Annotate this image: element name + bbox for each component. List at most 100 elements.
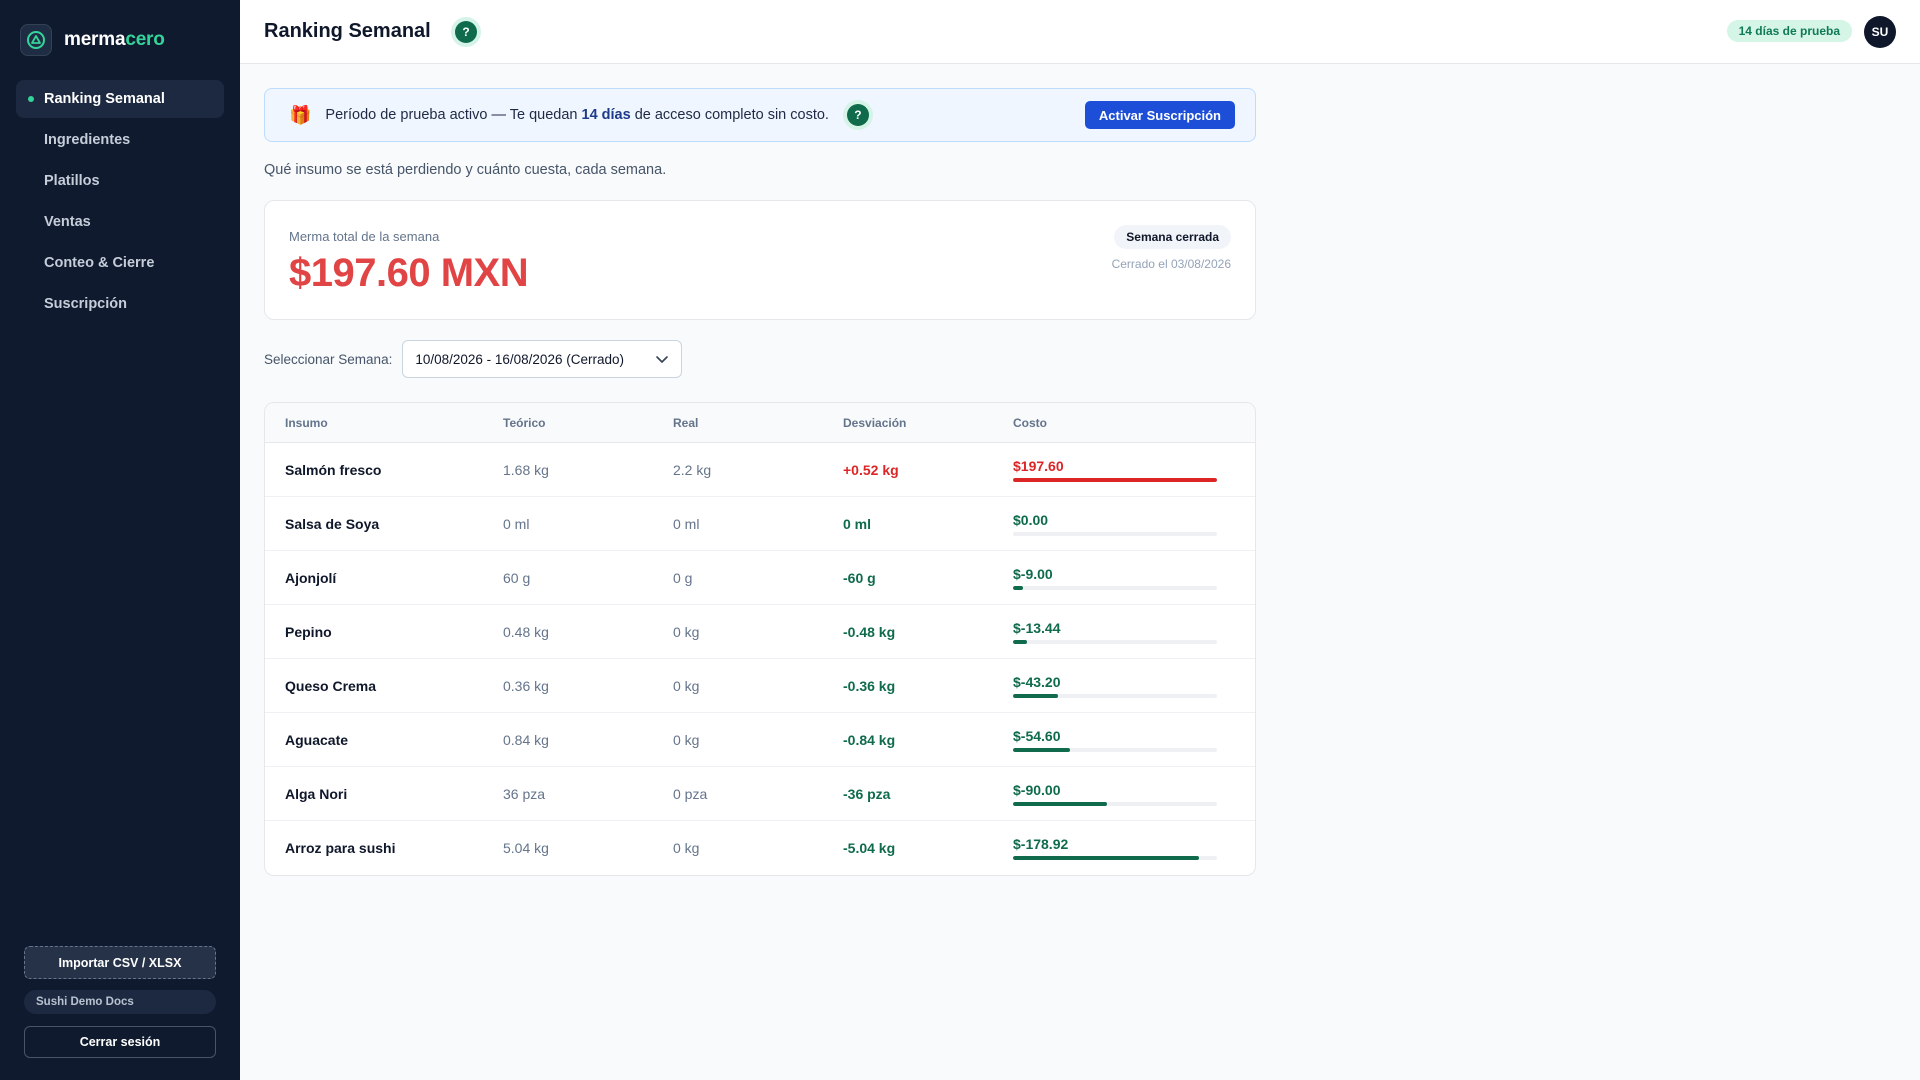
banner-text-before: Período de prueba activo — Te quedan [325,107,582,123]
cost-bar-fill [1013,747,1071,752]
help-icon[interactable]: ? [455,21,477,43]
cost-bar-track [1013,585,1217,590]
sidebar-item-label: Conteo & Cierre [44,255,155,271]
cell-insumo: Arroz para sushi [285,840,396,856]
table-row[interactable]: Alga Nori 36 pza 0 pza -36 pza $-90.00 [265,767,1255,821]
page-title: Ranking Semanal [264,20,431,42]
column-header-costo[interactable]: Costo [1013,416,1223,430]
column-header-real[interactable]: Real [673,416,843,430]
table-row[interactable]: Queso Crema 0.36 kg 0 kg -0.36 kg $-43.20 [265,659,1255,713]
cost-value: $197.60 [1013,457,1064,474]
sidebar-item-label: Ranking Semanal [44,91,165,107]
cost-bar-fill [1013,639,1028,644]
sidebar-footer: Importar CSV / XLSX Sushi Demo Docs Cerr… [24,946,216,1058]
column-header-insumo[interactable]: Insumo [265,416,503,430]
main-content: 🎁 Período de prueba activo — Te quedan 1… [264,88,1256,876]
week-select-dropdown[interactable]: 10/08/2026 - 16/08/2026 (Cerrado) [402,340,683,378]
sidebar-item-platillos[interactable]: Platillos [16,162,224,200]
table-row[interactable]: Salsa de Soya 0 ml 0 ml 0 ml $0.00 [265,497,1255,551]
sidebar-item-ventas[interactable]: Ventas [16,203,224,241]
activate-subscription-button[interactable]: Activar Suscripción [1084,101,1235,129]
cost-value: $-90.00 [1013,781,1061,798]
cell-insumo: Aguacate [285,731,349,748]
cell-teorico: 0 ml [503,515,530,532]
cell-costo: $-54.60 [1013,728,1223,752]
sidebar-nav: Ranking Semanal Ingredientes Platillos V… [16,80,224,326]
cell-costo: $-178.92 [1013,836,1223,860]
organization-name: Sushi Demo Docs [24,990,216,1014]
user-avatar[interactable]: SU [1864,16,1896,48]
status-badge: Semana cerrada [1114,225,1231,249]
column-header-teorico[interactable]: Teórico [503,416,673,430]
cell-teorico: 0.84 kg [503,731,549,748]
cost-value: $-13.44 [1013,619,1061,636]
brand-logo[interactable]: mermacero [20,24,165,56]
cell-real: 0 kg [673,677,700,694]
cell-costo: $197.60 [1013,458,1223,482]
cell-real: 0 kg [673,731,700,748]
weekly-waste-summary: Merma total de la semana $197.60 MXN Sem… [264,200,1256,320]
cost-value: $-178.92 [1013,836,1069,852]
trial-banner-text: Período de prueba activo — Te quedan 14 … [325,107,829,123]
cost-bar-fill [1013,856,1199,860]
sidebar-item-label: Suscripción [44,296,127,312]
cost-bar-track [1013,801,1217,806]
cell-desviacion: 0 ml [843,515,872,532]
cell-costo: $-13.44 [1013,620,1223,644]
cell-insumo: Ajonjolí [285,569,337,586]
cell-costo: $-9.00 [1013,566,1223,590]
cell-desviacion: +0.52 kg [843,461,899,478]
cost-bar-track [1013,856,1217,860]
cell-insumo: Alga Nori [285,785,348,802]
closed-date: Cerrado el 03/08/2026 [1111,257,1231,271]
table-row[interactable]: Pepino 0.48 kg 0 kg -0.48 kg $-13.44 [265,605,1255,659]
cost-value: $-54.60 [1013,727,1061,744]
sidebar-item-label: Ventas [44,214,91,230]
sidebar-item-suscripcion[interactable]: Suscripción [16,285,224,323]
cell-real: 0 pza [673,785,708,802]
sidebar-item-label: Platillos [44,173,100,189]
cost-bar-fill [1013,801,1107,806]
cell-teorico: 1.68 kg [503,461,549,478]
cell-real: 0 kg [673,623,700,640]
cell-real: 2.2 kg [673,461,712,478]
cost-value: $-43.20 [1013,673,1061,690]
cost-bar-fill [1013,477,1217,482]
column-header-desviacion[interactable]: Desviación [843,416,1013,430]
cell-desviacion: -0.36 kg [843,677,896,694]
brand-name: mermacero [64,29,165,51]
banner-days-remaining: 14 días [581,107,631,123]
cost-bar-track [1013,693,1217,698]
gift-icon: 🎁 [289,104,312,125]
top-header: Ranking Semanal ? 14 días de prueba SU [240,0,1920,64]
cell-insumo: Salmón fresco [285,461,382,478]
sidebar: mermacero Ranking Semanal Ingredientes P… [0,0,240,1080]
cost-value: $-9.00 [1013,565,1053,582]
cell-insumo: Salsa de Soya [285,515,380,532]
table-row[interactable]: Ajonjolí 60 g 0 g -60 g $-9.00 [265,551,1255,605]
trial-badge: 14 días de prueba [1726,20,1852,42]
cell-teorico: 0.48 kg [503,623,549,640]
banner-text-after: de acceso completo sin costo. [630,107,829,123]
cell-teorico: 0.36 kg [503,677,549,694]
logout-button[interactable]: Cerrar sesión [24,1026,216,1058]
import-csv-button[interactable]: Importar CSV / XLSX [24,946,216,979]
ranking-table: Insumo Teórico Real Desviación Costo Sal… [264,402,1256,876]
cell-teorico: 36 pza [503,785,546,802]
table-row[interactable]: Aguacate 0.84 kg 0 kg -0.84 kg $-54.60 [265,713,1255,767]
cell-costo: $0.00 [1013,512,1223,536]
cost-value: $0.00 [1013,511,1049,528]
cell-costo: $-43.20 [1013,674,1223,698]
cell-real: 0 g [673,569,693,586]
help-icon[interactable]: ? [846,104,869,126]
sidebar-item-conteo-cierre[interactable]: Conteo & Cierre [16,244,224,282]
cell-desviacion: -60 g [843,569,876,586]
table-body: Salmón fresco 1.68 kg 2.2 kg +0.52 kg $197.6… [265,443,1255,875]
table-row[interactable]: Salmón fresco 1.68 kg 2.2 kg +0.52 kg $197.6… [265,443,1255,497]
cell-desviacion: -0.48 kg [843,623,896,640]
sidebar-item-ingredientes[interactable]: Ingredientes [16,121,224,159]
sidebar-item-ranking-semanal[interactable]: Ranking Semanal [16,80,224,118]
table-row[interactable]: Arroz para sushi 5.04 kg 0 kg -5.04 kg $-178… [265,821,1255,875]
cost-bar-track [1013,747,1217,752]
cell-desviacion: -0.84 kg [843,731,896,748]
